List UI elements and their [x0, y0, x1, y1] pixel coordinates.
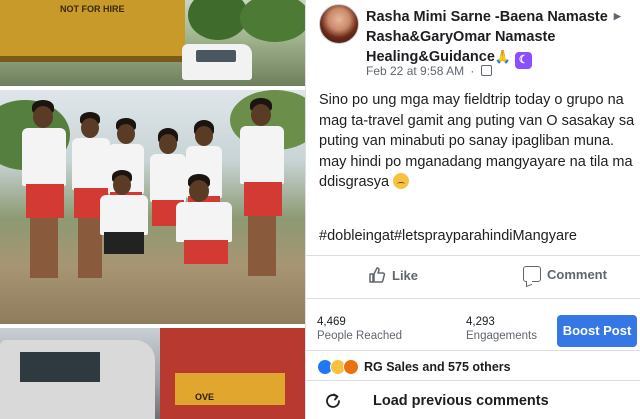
moon-emoji-icon: ☾	[515, 52, 533, 69]
comment-icon	[523, 266, 541, 282]
people-reached-value: 4,469	[317, 316, 346, 328]
post-actions: Like Comment	[306, 255, 640, 299]
like-button[interactable]: Like	[368, 266, 418, 284]
angry-reaction-icon	[343, 359, 359, 375]
van-window	[196, 50, 236, 62]
hashtag-text[interactable]: #dobleingat#letsprayparahindiMangyare	[319, 228, 577, 244]
photo-crash-wreck[interactable]: OVE	[0, 328, 305, 419]
truck-grill	[175, 373, 285, 405]
photo-students[interactable]	[0, 90, 305, 324]
post-hashtags[interactable]: #dobleingat#letsprayparahindiMangyare	[319, 228, 577, 244]
audience-icon[interactable]	[480, 65, 492, 76]
target-page[interactable]: Namaste	[547, 9, 607, 25]
reactions-text[interactable]: RG Sales and 575 others	[364, 360, 511, 374]
engagements-label: Engagements	[466, 330, 537, 342]
separator-dot: ·	[470, 64, 475, 78]
comment-button[interactable]: Comment	[523, 266, 607, 282]
people-reached-stat[interactable]: 4,469 People Reached	[317, 316, 402, 342]
facebook-post: Rasha Mimi Sarne -Baena Namaste ▶ Rasha&…	[305, 0, 640, 419]
post-paragraph-text: may hindi po mganadang mangyayare na til…	[319, 153, 633, 191]
tree	[188, 0, 248, 40]
boost-post-button[interactable]: Boost Post	[557, 315, 637, 347]
post-meta: Feb 22 at 9:58 AM ·	[366, 64, 492, 78]
pray-emoji-icon: 🙏	[494, 49, 512, 64]
post-paragraph: may hindi po mganadang mangyayare na til…	[319, 152, 635, 193]
share-arrow-icon: ▶	[613, 11, 621, 21]
truck-text: OVE	[195, 392, 215, 402]
post-paragraph: Sino po ung mga may fieldtrip today o gr…	[319, 92, 635, 149]
photo-collage[interactable]: NOT FOR HIRE OVE	[0, 0, 305, 419]
avatar[interactable]	[319, 4, 359, 44]
author-name[interactable]: Rasha Mimi Sarne -Baena	[366, 9, 543, 25]
load-previous-label: Load previous comments	[373, 393, 549, 409]
post-body: Sino po ung mga may fieldtrip today o gr…	[319, 90, 635, 193]
reactions-summary[interactable]: RG Sales and 575 others	[317, 359, 511, 375]
photo-road-truck-van[interactable]: NOT FOR HIRE	[0, 0, 305, 86]
engagements-stat[interactable]: 4,293 Engagements	[466, 316, 537, 342]
thumbs-up-icon	[369, 267, 386, 283]
timestamp[interactable]: Feb 22 at 9:58 AM	[366, 64, 464, 78]
wrecked-van-window	[20, 352, 100, 382]
comment-label: Comment	[547, 266, 607, 282]
refresh-arrow-icon	[326, 393, 340, 408]
sad-face-emoji-icon	[393, 173, 410, 189]
engagements-value: 4,293	[466, 316, 495, 328]
load-previous-comments[interactable]: Load previous comments	[306, 380, 640, 419]
truck-text: NOT FOR HIRE	[60, 4, 125, 14]
like-label: Like	[392, 267, 419, 283]
post-header: Rasha Mimi Sarne -Baena Namaste ▶ Rasha&…	[366, 6, 638, 69]
people-reached-label: People Reached	[317, 330, 403, 342]
tree	[240, 0, 305, 42]
